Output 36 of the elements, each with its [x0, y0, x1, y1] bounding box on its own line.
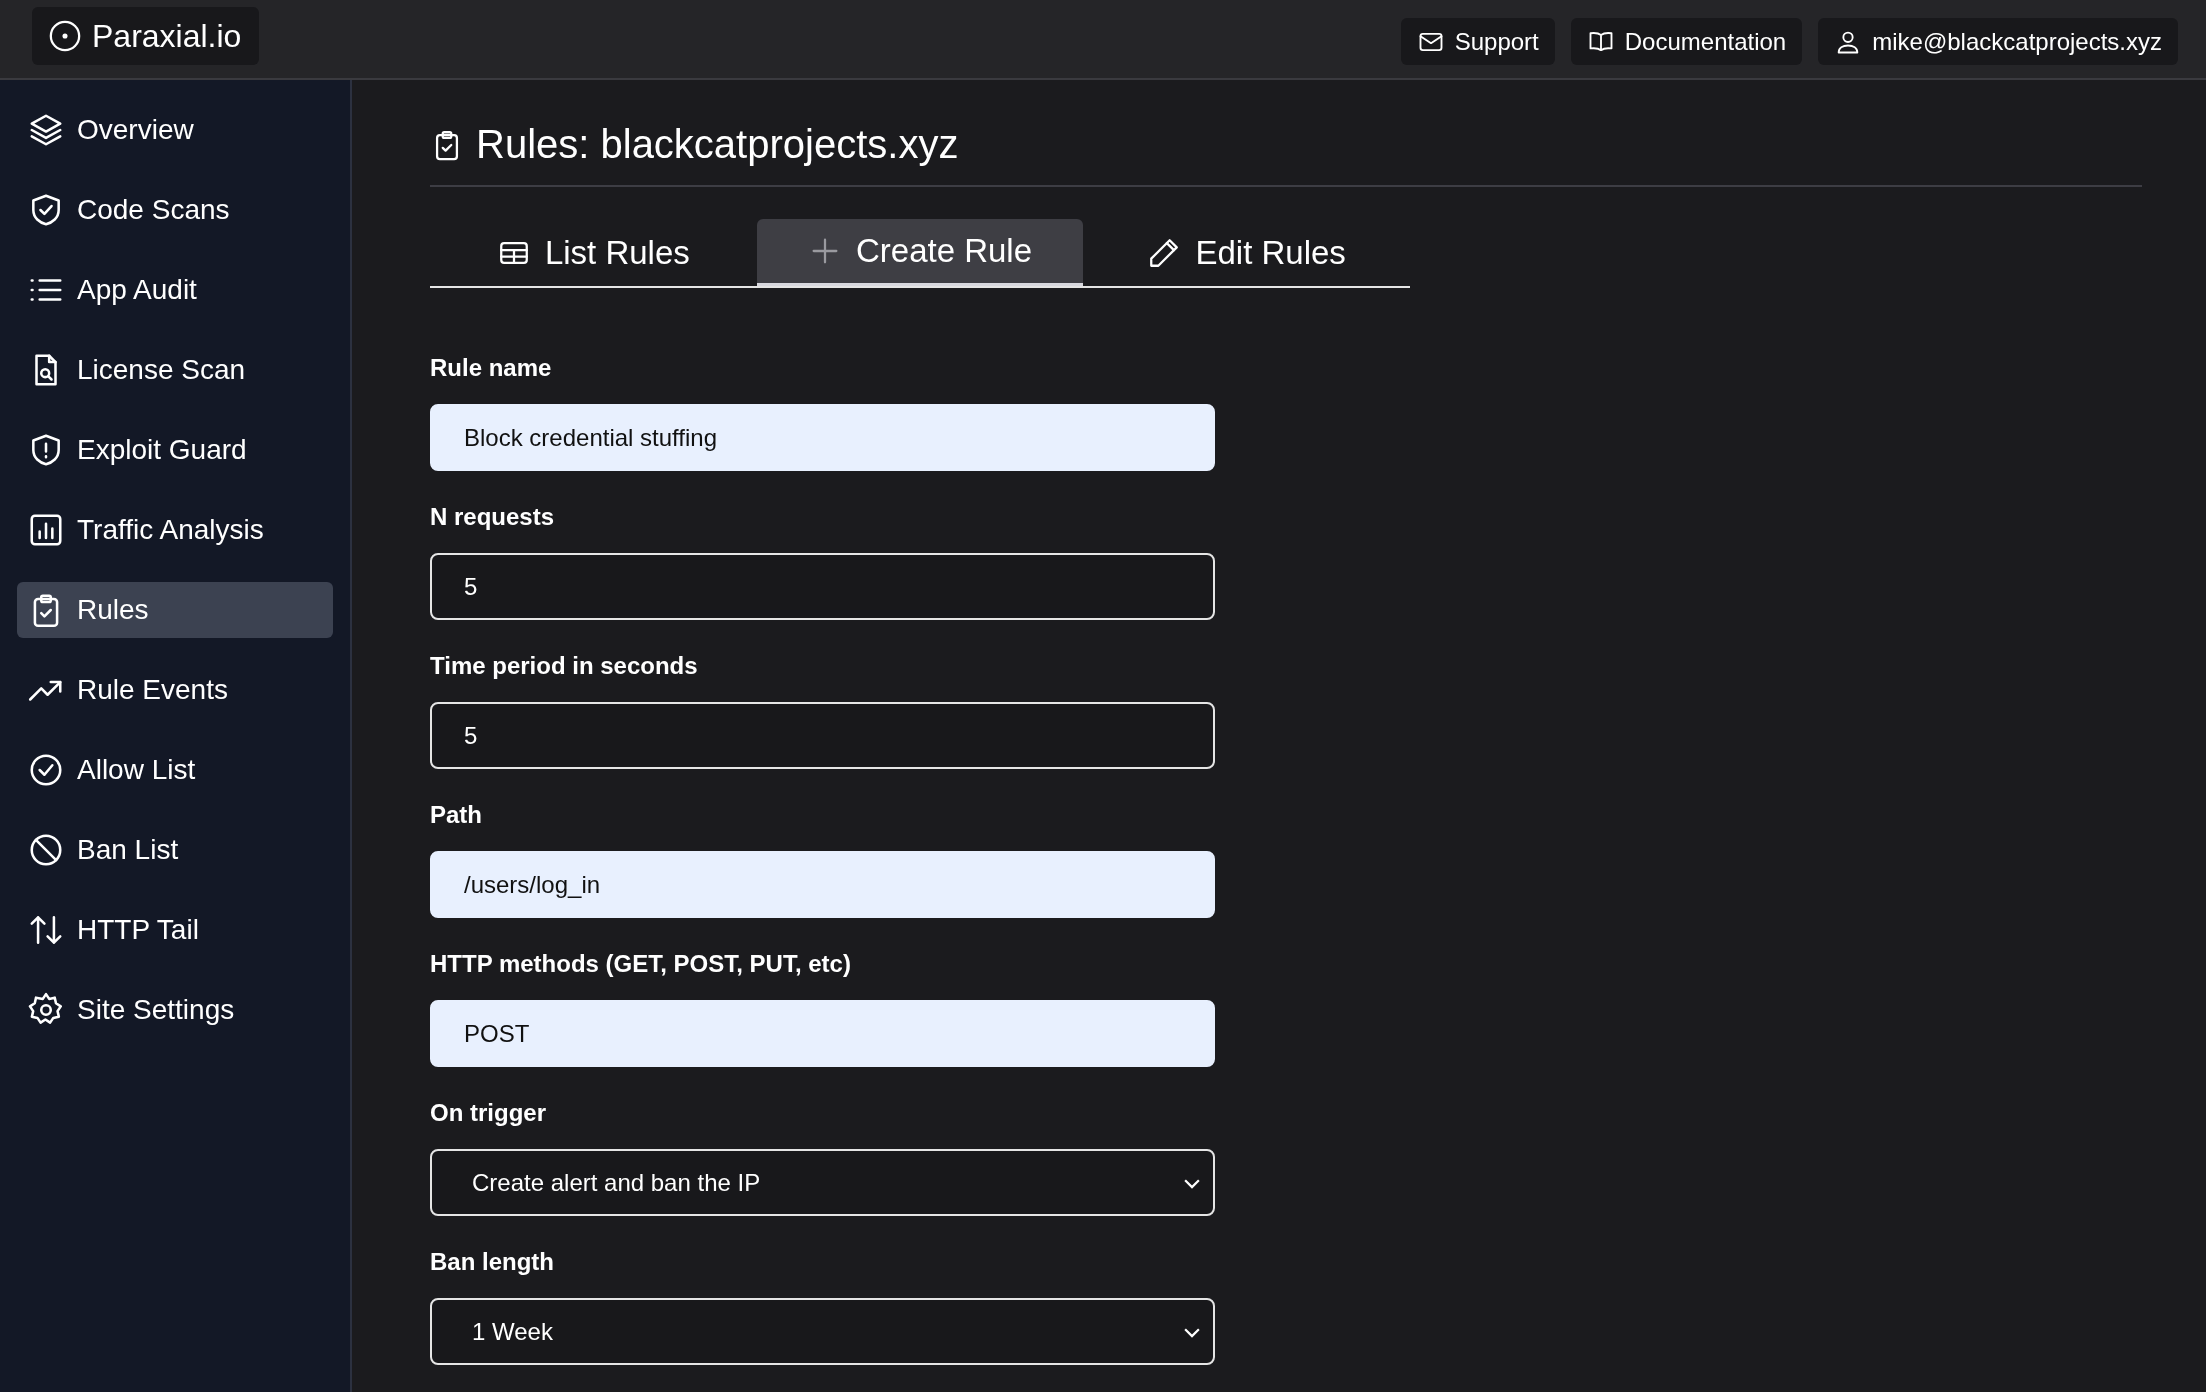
dropdown[interactable]: 1 Week	[430, 1298, 1215, 1365]
sidebar-item[interactable]: Site Settings	[17, 982, 333, 1038]
sidebar-item[interactable]: Ban List	[17, 822, 333, 878]
header-link[interactable]: Documentation	[1570, 18, 1803, 65]
field-label: N requests	[430, 503, 556, 531]
bar-chart-icon	[27, 511, 65, 549]
input-field[interactable]: POST	[430, 1000, 1215, 1067]
dropdown[interactable]: Create alert and ban the IP	[430, 1149, 1215, 1216]
input-field[interactable]: 5	[430, 702, 1215, 769]
input-field[interactable]: /users/log_in	[430, 851, 1215, 918]
circle-dot-icon	[48, 19, 82, 53]
sidebar-item[interactable]: License Scan	[17, 342, 333, 398]
field-label: Rule name	[430, 354, 553, 382]
input-field[interactable]: Block credential stuffing	[430, 404, 1215, 471]
sidebar-item[interactable]: HTTP Tail	[17, 902, 333, 958]
sidebar-item[interactable]: Rules	[17, 582, 333, 638]
page-title: Rules: blackcatprojects.xyz	[476, 122, 959, 167]
tab[interactable]: Create Rule	[756, 219, 1084, 286]
sidebar-item[interactable]: Traffic Analysis	[17, 502, 333, 558]
sidebar-item[interactable]: Rule Events	[17, 662, 333, 718]
field-label: On trigger	[430, 1099, 547, 1127]
header-link[interactable]: mike@blackcatprojects.xyz	[1818, 18, 2178, 65]
sidebar-item[interactable]: App Audit	[17, 262, 333, 318]
sidebar-item[interactable]: Code Scans	[17, 182, 333, 238]
sidebar-item[interactable]: Overview	[17, 102, 333, 158]
field-label: Path	[430, 801, 483, 829]
logo[interactable]: Paraxial.io	[32, 7, 260, 65]
field-label: Ban length	[430, 1248, 555, 1276]
header-link[interactable]: Support	[1400, 18, 1555, 65]
field-label: Time period in seconds	[430, 652, 699, 680]
field-label: HTTP methods (GET, POST, PUT, etc)	[430, 950, 852, 978]
tab[interactable]: Edit Rules	[1083, 219, 1410, 286]
sidebar-item[interactable]: Allow List	[17, 742, 333, 798]
input-field[interactable]: 5	[430, 553, 1215, 620]
tab[interactable]: List Rules	[430, 219, 757, 286]
sidebar-item[interactable]: Exploit Guard	[17, 422, 333, 478]
